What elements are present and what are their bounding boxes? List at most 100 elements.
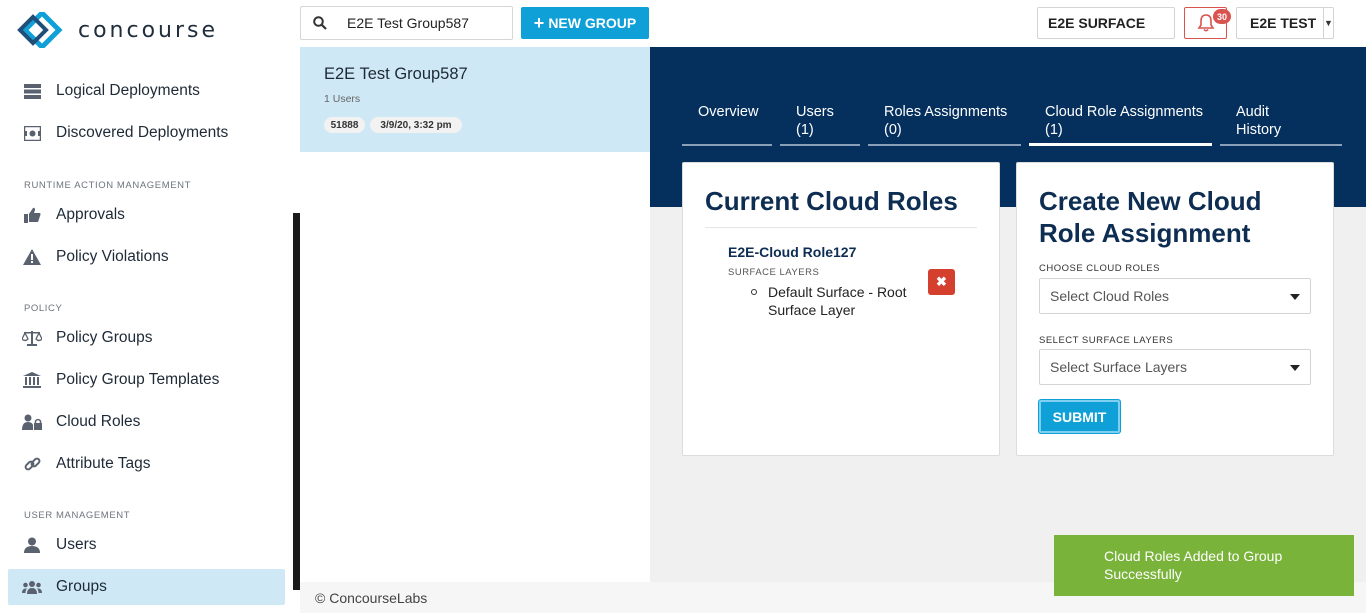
cloud-roles-select[interactable]: Select Cloud Roles: [1039, 278, 1311, 314]
cloud-role-item: E2E-Cloud Role127 SURFACE LAYERS Default…: [705, 227, 977, 332]
tab-users[interactable]: Users (1): [796, 103, 834, 139]
select-surface-layers-label: SELECT SURFACE LAYERS: [1039, 335, 1174, 346]
tab-underline: [868, 144, 1021, 146]
sidebar-item-cloud-roles[interactable]: Cloud Roles: [8, 404, 285, 440]
chevron-down-icon[interactable]: ▼: [1323, 8, 1333, 38]
tab-underline: [1220, 144, 1342, 146]
tab-count: (0): [884, 122, 902, 138]
cloud-roles-placeholder: Select Cloud Roles: [1050, 288, 1170, 304]
choose-cloud-roles-label: CHOOSE CLOUD ROLES: [1039, 263, 1160, 274]
group-name: E2E Test Group587: [324, 65, 468, 83]
warning-icon: [22, 248, 42, 266]
user-icon: [22, 536, 42, 554]
discover-icon: [22, 124, 42, 142]
tab-label: Audit: [1236, 104, 1270, 120]
group-list-item[interactable]: E2E Test Group587 1 Users 51888 3/9/20, …: [300, 47, 650, 152]
sidebar-item-attribute-tags[interactable]: Attribute Tags: [8, 446, 285, 482]
success-toast[interactable]: Cloud Roles Added to Group Successfully: [1054, 535, 1354, 596]
tab-underline-active: [1029, 143, 1212, 146]
bank-icon: [22, 371, 42, 389]
surface-layers-select[interactable]: Select Surface Layers: [1039, 349, 1311, 385]
create-form-title: Create New Cloud Role Assignment: [1039, 185, 1262, 249]
group-date-badge: 3/9/20, 3:32 pm: [370, 117, 462, 133]
group-list: E2E Test Group587 1 Users 51888 3/9/20, …: [300, 47, 650, 582]
close-icon: ✖: [936, 274, 947, 289]
tab-count: (1): [1045, 122, 1063, 138]
group-user-count: 1 Users: [324, 93, 361, 105]
cloud-role-name: E2E-Cloud Role127: [728, 244, 857, 260]
plus-icon: +: [533, 13, 545, 33]
tab-roles-assignments[interactable]: Roles Assignments (0): [884, 103, 1007, 139]
surface-selector[interactable]: E2E SURFACE: [1037, 7, 1175, 39]
sidebar-item-users[interactable]: Users: [8, 527, 285, 563]
group-detail-panel: Overview Users (1) Roles Assignments (0)…: [650, 47, 1366, 582]
sidebar: concourse Logical Deployments Discovered…: [0, 0, 293, 613]
sidebar-item-label: Policy Violations: [56, 248, 169, 265]
user-name: E2E TEST: [1250, 15, 1317, 31]
sidebar-item-label: Approvals: [56, 206, 125, 223]
tab-label: Overview: [698, 104, 759, 120]
sidebar-item-label: Cloud Roles: [56, 413, 141, 430]
create-cloud-role-card: Create New Cloud Role Assignment CHOOSE …: [1016, 162, 1334, 456]
sidebar-item-label: Users: [56, 536, 97, 553]
section-title-policy: POLICY: [24, 303, 63, 314]
concourse-logo[interactable]: concourse: [16, 12, 218, 48]
search-icon: [301, 16, 339, 30]
copyright-text: © ConcourseLabs: [315, 590, 428, 606]
new-group-label: NEW GROUP: [548, 15, 637, 31]
current-roles-title: Current Cloud Roles: [705, 186, 958, 216]
tab-underline: [682, 144, 772, 146]
sidebar-item-approvals[interactable]: Approvals: [8, 197, 285, 233]
toast-message-line2: Successfully: [1104, 566, 1182, 582]
tab-label: Roles Assignments: [884, 104, 1008, 120]
sidebar-item-policy-groups[interactable]: Policy Groups: [8, 320, 285, 356]
bell-icon: [1197, 14, 1214, 32]
submit-button[interactable]: SUBMIT: [1039, 400, 1120, 433]
tab-label: Cloud Role Assignments: [1045, 104, 1203, 120]
section-title-user-management: USER MANAGEMENT: [24, 510, 131, 521]
scale-icon: [22, 329, 42, 347]
sidebar-item-label: Groups: [56, 578, 107, 595]
remove-role-button[interactable]: ✖: [928, 269, 955, 295]
tab-label: History: [1236, 122, 1282, 138]
group-id-badge: 51888: [324, 117, 365, 133]
sidebar-item-label: Policy Group Templates: [56, 371, 220, 388]
tab-overview[interactable]: Overview: [698, 103, 758, 121]
notification-count-badge: 30: [1213, 9, 1231, 24]
tab-count: (1): [796, 122, 814, 138]
user-menu[interactable]: E2E TEST ▼: [1236, 7, 1334, 39]
section-title-runtime: RUNTIME ACTION MANAGEMENT: [24, 180, 192, 191]
link-icon: [22, 455, 42, 473]
caret-down-icon: [1290, 365, 1300, 371]
sidebar-item-label: Policy Groups: [56, 329, 153, 346]
new-group-button[interactable]: + NEW GROUP: [521, 7, 649, 39]
sidebar-scrollbar[interactable]: [293, 213, 300, 590]
tab-underline: [780, 144, 860, 146]
current-cloud-roles-card: Current Cloud Roles E2E-Cloud Role127 SU…: [682, 162, 1000, 456]
surface-layer-name: Default Surface - Root Surface Layer: [768, 284, 907, 318]
brand-name: concourse: [78, 17, 219, 43]
bullet-icon: [751, 289, 757, 295]
sidebar-item-groups[interactable]: Groups: [8, 569, 285, 605]
users-icon: [22, 578, 42, 596]
user-lock-icon: [22, 413, 42, 431]
sidebar-item-policy-violations[interactable]: Policy Violations: [8, 239, 285, 275]
surface-layers-placeholder: Select Surface Layers: [1050, 359, 1187, 375]
server-stack-icon: [22, 82, 42, 100]
sidebar-item-label: Discovered Deployments: [56, 124, 229, 141]
group-search: [300, 6, 513, 40]
toast-message-line1: Cloud Roles Added to Group: [1104, 548, 1283, 564]
thumbs-up-icon: [22, 206, 42, 224]
tab-cloud-role-assignments[interactable]: Cloud Role Assignments (1): [1045, 103, 1203, 139]
caret-down-icon: [1290, 294, 1300, 300]
sidebar-item-label: Logical Deployments: [56, 82, 200, 99]
sidebar-item-policy-group-templates[interactable]: Policy Group Templates: [8, 362, 285, 398]
sidebar-item-label: Attribute Tags: [56, 455, 151, 472]
surface-layers-label: SURFACE LAYERS: [728, 267, 820, 278]
sidebar-item-discovered-deployments[interactable]: Discovered Deployments: [8, 115, 285, 151]
tab-audit-history[interactable]: Audit History: [1236, 103, 1281, 139]
search-input[interactable]: [347, 15, 512, 31]
surface-layer-item: Default Surface - Root Surface Layer: [751, 283, 918, 319]
sidebar-item-logical-deployments[interactable]: Logical Deployments: [8, 73, 285, 109]
create-title-line2: Role Assignment: [1039, 218, 1251, 248]
